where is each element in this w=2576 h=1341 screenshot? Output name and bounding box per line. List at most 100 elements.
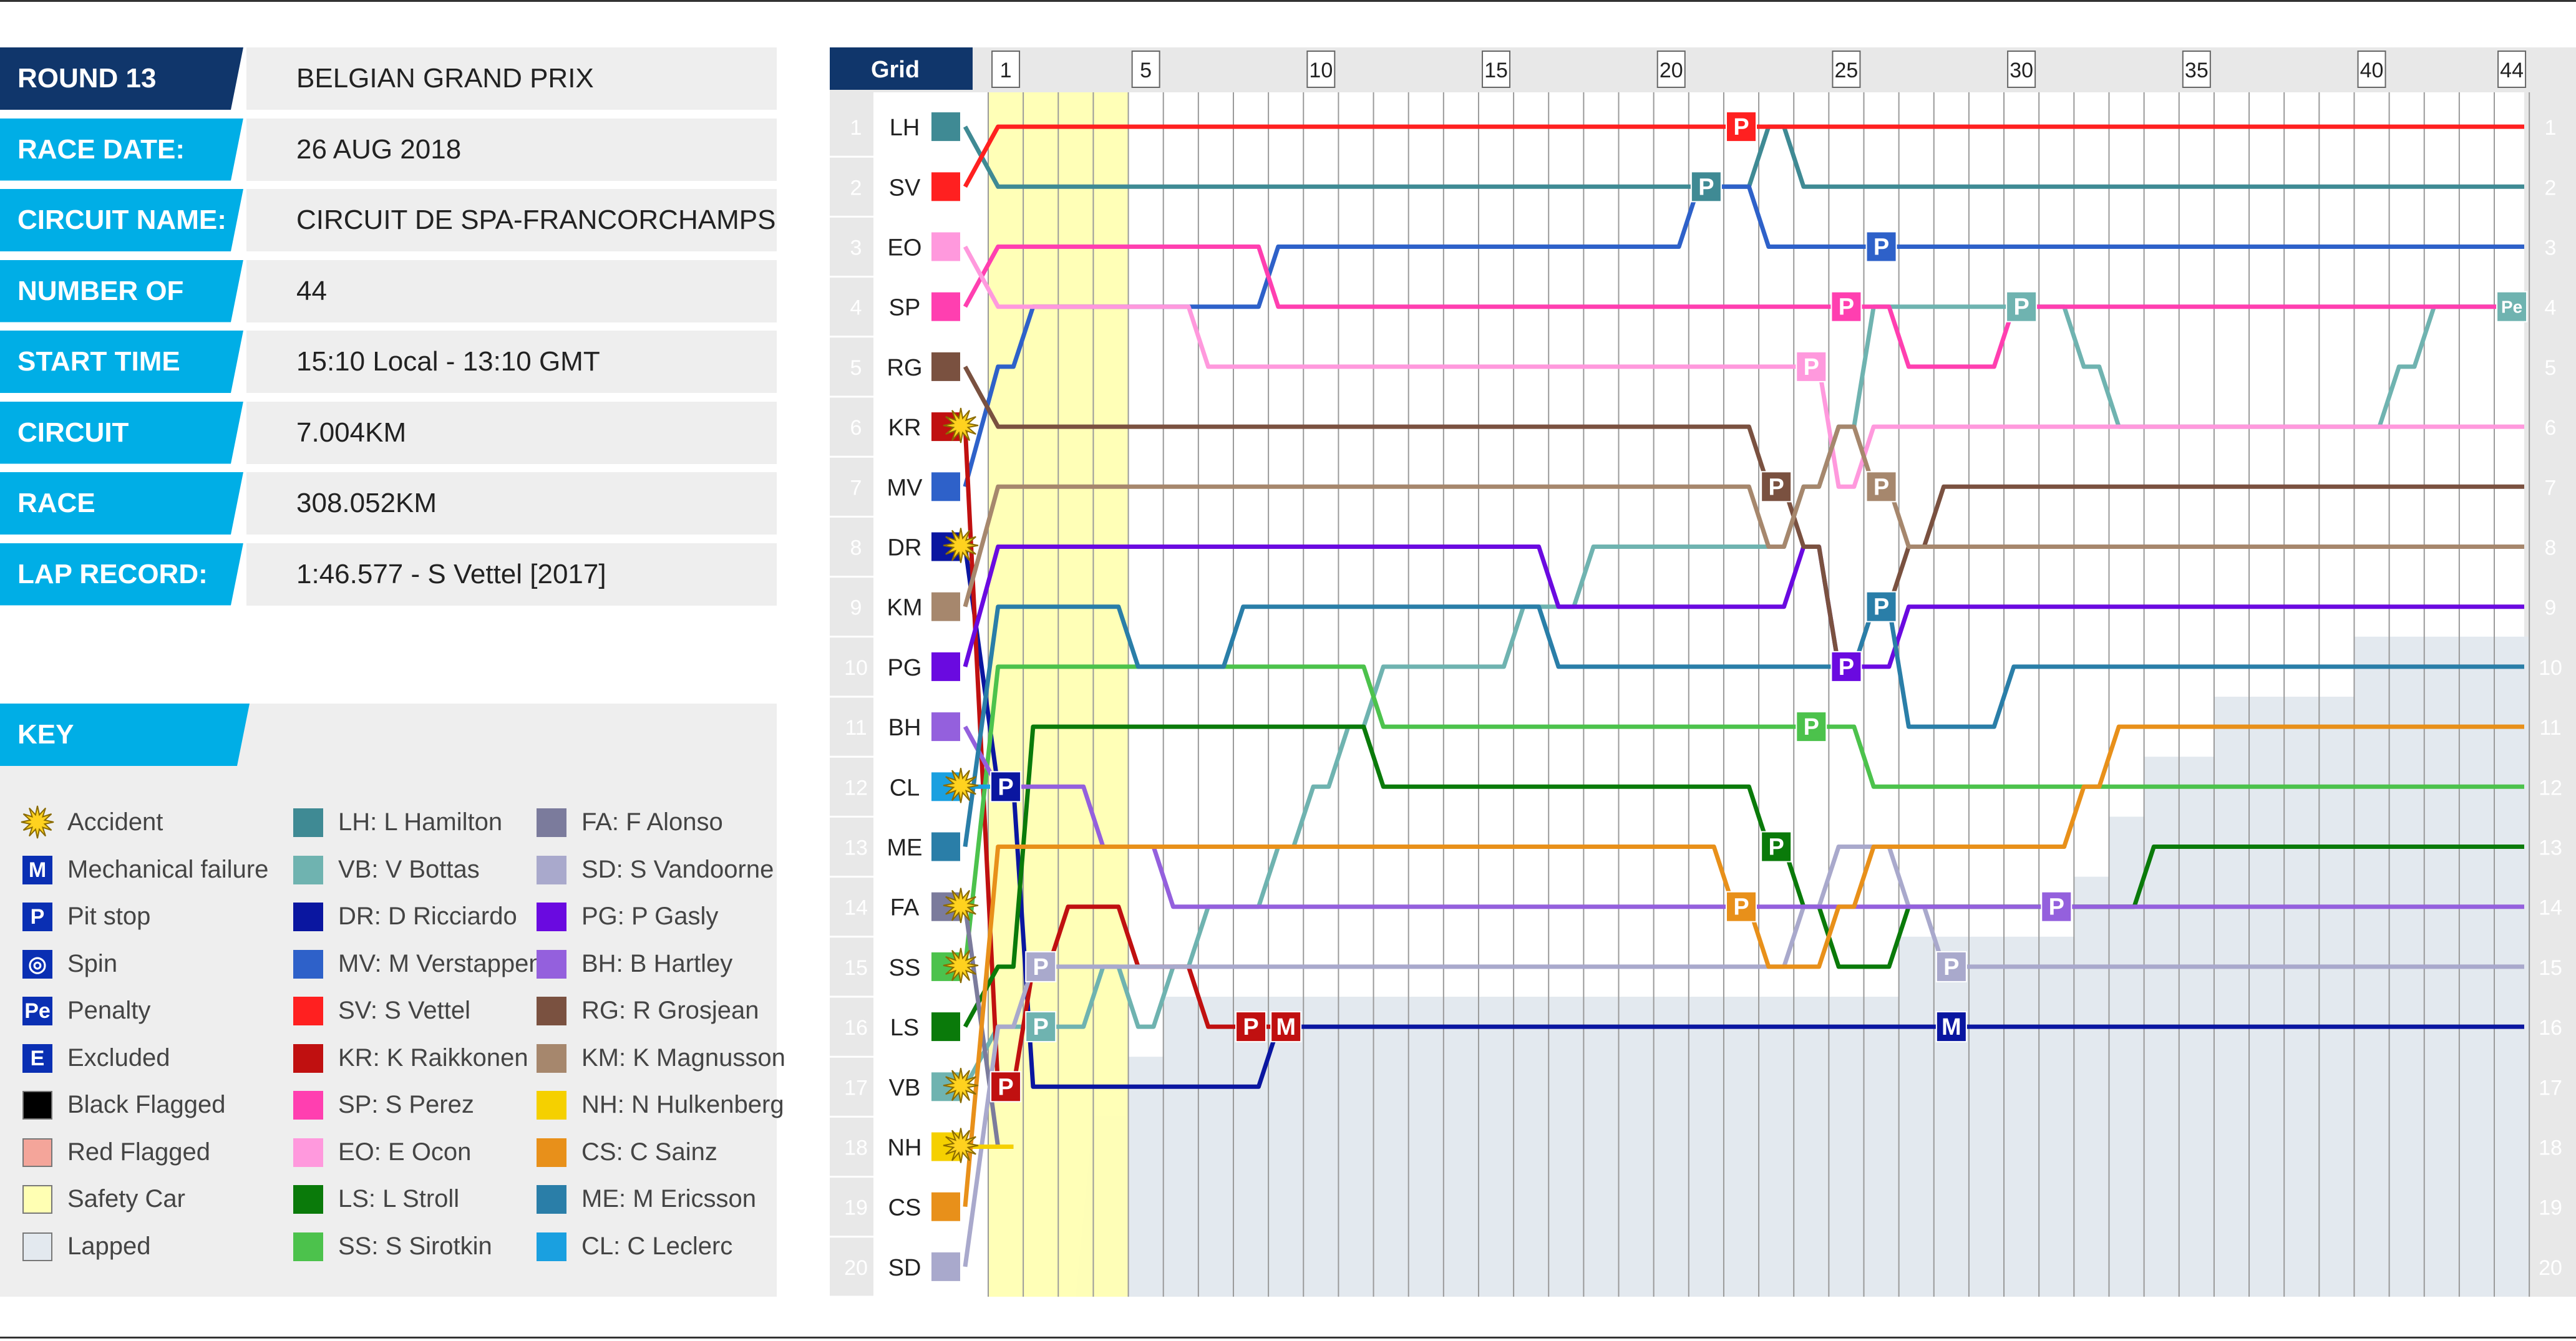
grid-driver-code: EO <box>888 235 922 261</box>
info-row: CIRCUIT LENGTH:7.004KM <box>0 401 777 464</box>
info-value: 308.052KM <box>246 472 777 535</box>
grid-driver-code: MV <box>887 475 923 501</box>
info-row: RACE DATE: 26 AUG 2018 <box>0 118 777 181</box>
lap-tick-label: 35 <box>2185 59 2209 82</box>
position-number-left: 9 <box>850 596 862 620</box>
grid-driver-code: KR <box>888 415 921 441</box>
key-panel: KEY Accident M Mechanical failure P Pit stop… <box>0 704 785 1297</box>
driver-swatch <box>537 1091 566 1120</box>
info-label: CIRCUIT NAME: <box>0 189 243 251</box>
info-row: START TIME 15:10 Local - 13:10 GMT <box>0 331 777 393</box>
grid-driver-code: VB <box>889 1075 921 1101</box>
position-number-left: 16 <box>844 1016 868 1040</box>
event-marker-label: P <box>1733 114 1749 140</box>
event-marker-label: P <box>1033 954 1049 980</box>
event-marker-label: P <box>1874 235 1889 261</box>
position-number-right: 5 <box>2545 356 2557 380</box>
event-marker-label: P <box>1874 474 1889 500</box>
event-marker-label: P <box>1698 174 1714 200</box>
driver-swatch <box>293 1232 323 1261</box>
key-item-label: Black Flagged <box>67 1091 226 1118</box>
excluded-icon: E <box>22 1043 52 1073</box>
key-item-label: Spin <box>67 949 118 977</box>
safety-car-icon <box>22 1185 52 1214</box>
key-item-label: Lapped <box>67 1232 151 1260</box>
grid-driver-column-bg <box>873 92 973 1297</box>
event-marker-label: P <box>998 1074 1013 1100</box>
mechanical-failure-icon: M <box>22 855 52 884</box>
key-driver-label: SD: S Vandoorne <box>581 855 774 883</box>
driver-swatch <box>293 1185 323 1214</box>
position-number-right: 8 <box>2545 536 2557 560</box>
event-marker-label: P <box>1804 354 1819 380</box>
lap-tick-label: 20 <box>1660 59 1683 82</box>
info-label: RACE DATE: <box>0 118 243 181</box>
event-marker-label: M <box>1276 1014 1296 1040</box>
driver-swatch <box>537 1138 566 1167</box>
position-number-left: 8 <box>850 536 862 560</box>
info-label: RACE DISTANCE: <box>0 472 243 535</box>
position-number-right: 20 <box>2539 1256 2562 1280</box>
info-value: 7.004KM <box>246 401 777 464</box>
event-marker-label: P <box>1839 294 1854 321</box>
grid-driver-swatch <box>930 1191 961 1222</box>
driver-swatch <box>293 949 323 979</box>
driver-swatch <box>293 1091 323 1120</box>
position-number-left: 14 <box>844 896 868 920</box>
position-number-right: 16 <box>2539 1016 2562 1040</box>
info-value: 26 AUG 2018 <box>246 118 777 181</box>
accident-icon <box>20 805 54 839</box>
event-marker-label: P <box>1804 714 1819 740</box>
grid-driver-code: SS <box>889 955 921 981</box>
position-number-left: 7 <box>850 476 862 500</box>
position-number-left: 11 <box>845 716 867 740</box>
grid-driver-code: CS <box>888 1195 921 1221</box>
grid-driver-code: FA <box>890 895 920 921</box>
info-label: CIRCUIT LENGTH: <box>0 401 243 464</box>
key-driver-label: NH: N Hulkenberg <box>581 1091 784 1118</box>
grid-driver-swatch <box>930 171 961 203</box>
event-marker-label: P <box>1733 894 1749 921</box>
lap-tick-label: 1 <box>1000 59 1012 82</box>
key-item-label: Mechanical failure <box>67 855 269 883</box>
position-number-left: 4 <box>850 296 862 320</box>
driver-swatch <box>537 997 566 1025</box>
lap-tick-label: 40 <box>2360 59 2384 82</box>
grid-driver-code: NH <box>888 1135 922 1161</box>
key-item-label: Pit stop <box>67 903 151 930</box>
info-row: ROUND 13 BELGIAN GRAND PRIX <box>0 47 777 110</box>
grid-driver-swatch <box>930 711 961 743</box>
driver-swatch <box>293 1043 323 1073</box>
penalty-icon: Pe <box>22 997 52 1025</box>
info-label: NUMBER OF LAPS: <box>0 259 243 322</box>
driver-swatch <box>293 1138 323 1167</box>
position-number-left: 15 <box>844 956 868 980</box>
top-rule <box>0 0 2576 2</box>
grid-driver-swatch <box>930 471 961 503</box>
position-number-right: 11 <box>2539 716 2561 740</box>
grid-driver-code: SV <box>889 175 921 201</box>
key-item-label: Accident <box>67 808 163 836</box>
info-row: CIRCUIT NAME: CIRCUIT DE SPA-FRANCORCHAMP… <box>0 189 777 251</box>
key-driver-label: ME: M Ericsson <box>581 1185 757 1213</box>
red-flag-icon <box>22 1138 52 1167</box>
lap-tick-label: 15 <box>1484 59 1508 82</box>
position-number-left: 1 <box>850 116 862 140</box>
key-driver-label: MV: M Verstappen <box>338 949 543 977</box>
event-marker-label: P <box>1943 954 1959 980</box>
key-driver-label: RG: R Grosjean <box>581 997 759 1024</box>
event-marker-label: Pe <box>2501 298 2522 317</box>
grid-driver-code: RG <box>887 355 923 381</box>
grid-driver-swatch <box>930 1011 961 1043</box>
position-number-left: 3 <box>850 236 862 260</box>
grid-driver-swatch <box>930 651 961 682</box>
info-row: LAP RECORD: 1:46.577 - S Vettel [2017] <box>0 543 777 606</box>
position-number-right: 10 <box>2539 656 2562 680</box>
grid-driver-swatch <box>930 831 961 863</box>
position-number-right: 12 <box>2539 776 2562 800</box>
key-driver-label: LH: L Hamilton <box>338 808 503 836</box>
spin-icon: ◎ <box>22 949 52 979</box>
key-driver-label: PG: P Gasly <box>581 903 719 930</box>
position-number-right: 3 <box>2545 236 2557 260</box>
info-label: LAP RECORD: <box>0 543 243 606</box>
